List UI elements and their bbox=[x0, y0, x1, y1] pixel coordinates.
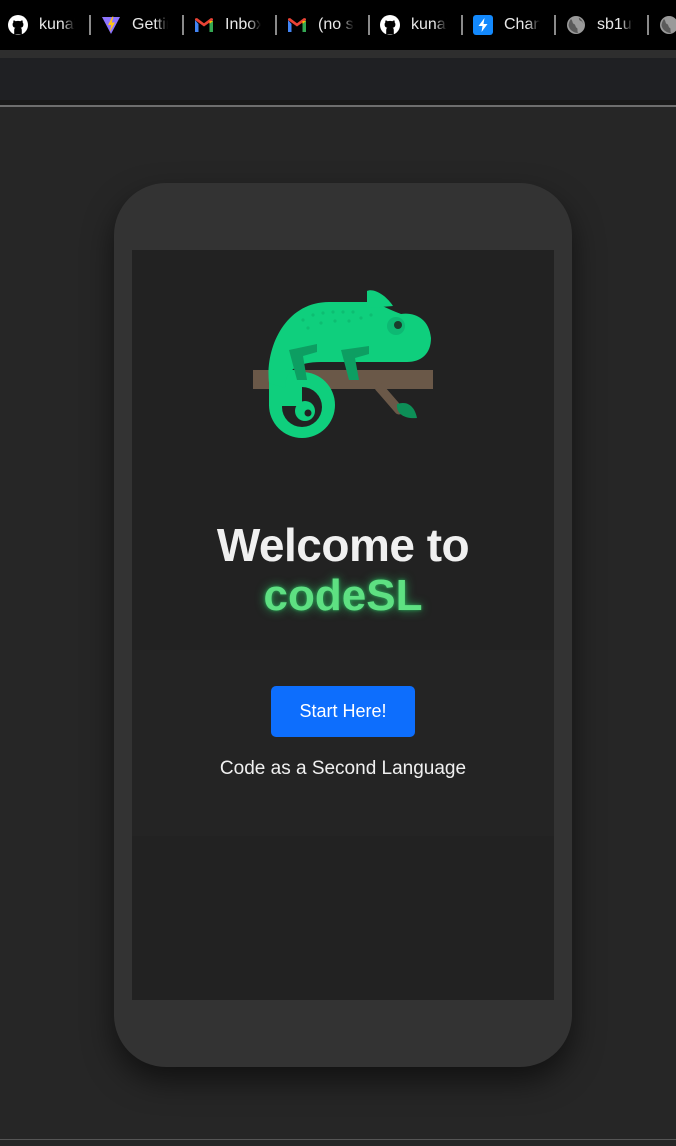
bookmark-changelog[interactable]: Changelog bbox=[465, 0, 558, 50]
phone-screen: Welcome to codeSL Start Here! Code as a … bbox=[132, 250, 554, 1000]
bookmarks-bar: kunal Getting Started Inbox (no subject)… bbox=[0, 0, 676, 50]
bookmark-separator bbox=[554, 15, 556, 35]
bookmark-separator bbox=[89, 15, 91, 35]
cta-panel: Start Here! Code as a Second Language bbox=[132, 650, 554, 836]
brand-name: codeSL bbox=[263, 571, 423, 620]
bookmark-separator bbox=[647, 15, 649, 35]
bookmark-gmail-inbox[interactable]: Inbox bbox=[186, 0, 279, 50]
hero-section: Welcome to codeSL bbox=[132, 250, 554, 650]
globe-icon bbox=[566, 15, 586, 35]
globe-icon bbox=[659, 15, 676, 35]
tagline: Code as a Second Language bbox=[219, 758, 467, 779]
chameleon-icon bbox=[253, 290, 433, 438]
bookmark-label: (no subject) bbox=[318, 16, 354, 33]
bookmark-gmail-draft[interactable]: (no subject) bbox=[279, 0, 372, 50]
welcome-title: Welcome to bbox=[216, 519, 470, 571]
github-icon bbox=[380, 15, 400, 35]
github-icon bbox=[8, 15, 28, 35]
bookmark-separator bbox=[368, 15, 370, 35]
bookmark-github-2[interactable]: kunal bbox=[372, 0, 465, 50]
bookmark-label: Getting Started bbox=[132, 16, 168, 33]
devtools-toolbar bbox=[0, 58, 676, 100]
start-button[interactable]: Start Here! bbox=[271, 686, 415, 737]
bookmark-label: Inbox bbox=[225, 16, 261, 33]
bookmark-separator bbox=[461, 15, 463, 35]
bolt-icon bbox=[473, 15, 493, 35]
window-bottom-edge bbox=[0, 1139, 676, 1140]
vite-icon bbox=[101, 15, 121, 35]
bookmark-label: Changelog bbox=[504, 16, 540, 33]
bookmark-label: kunal bbox=[39, 16, 75, 33]
empty-section bbox=[132, 836, 554, 1000]
bookmark-globe[interactable] bbox=[651, 0, 676, 50]
bookmark-separator bbox=[182, 15, 184, 35]
toolbar-divider bbox=[0, 105, 676, 107]
bookmark-separator bbox=[275, 15, 277, 35]
bookmark-vite[interactable]: Getting Started bbox=[93, 0, 186, 50]
bookmark-label: kunal bbox=[411, 16, 447, 33]
bookmark-github[interactable]: kunal bbox=[0, 0, 93, 50]
gmail-icon bbox=[287, 15, 307, 35]
gmail-icon bbox=[194, 15, 214, 35]
bookmark-sb1ut[interactable]: sb1ut bbox=[558, 0, 651, 50]
phone-frame: Welcome to codeSL Start Here! Code as a … bbox=[114, 183, 572, 1067]
bookmark-label: sb1ut bbox=[597, 16, 633, 33]
tab-strip-edge bbox=[0, 50, 676, 58]
